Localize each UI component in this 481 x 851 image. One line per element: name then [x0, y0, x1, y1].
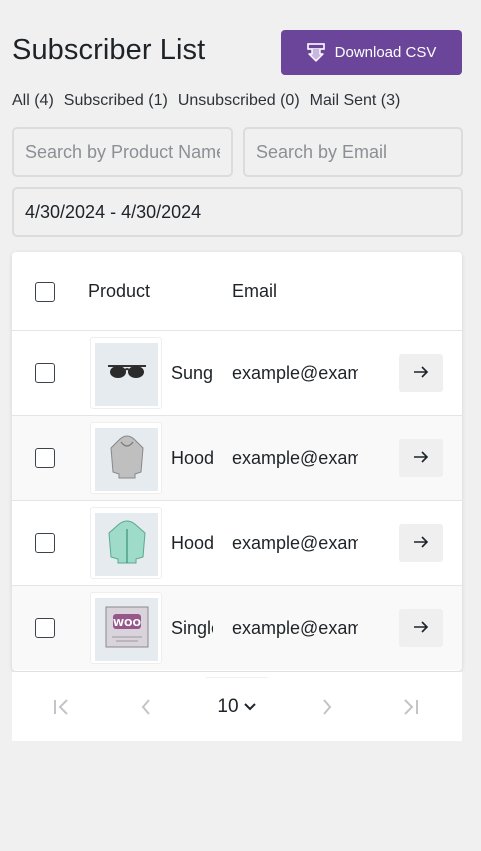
table-row: Hoodie example@example.com: [12, 416, 462, 501]
hoodie-icon: [107, 432, 147, 487]
product-name: Hoodie: [171, 448, 213, 468]
select-all-checkbox[interactable]: [35, 282, 55, 302]
arrow-right-icon: [413, 450, 429, 467]
row-checkbox[interactable]: [35, 448, 55, 468]
woo-album-icon: WOO: [104, 605, 150, 654]
filter-mail-sent[interactable]: Mail Sent (3): [310, 92, 401, 110]
column-header-email: Email: [232, 281, 278, 301]
view-details-button[interactable]: [399, 609, 443, 647]
status-filter-links: All (4) Subscribed (1) Unsubscribed (0) …: [12, 92, 400, 110]
pagination-bar: 10: [12, 672, 462, 741]
arrow-right-icon: [413, 620, 429, 637]
view-details-button[interactable]: [399, 524, 443, 562]
search-product-input[interactable]: [12, 127, 233, 177]
hoodie-zipper-icon: [105, 517, 149, 572]
product-name: Sunglasses: [171, 363, 213, 383]
product-thumbnail[interactable]: [90, 507, 162, 579]
download-label: Download CSV: [334, 44, 437, 61]
filter-subscribed[interactable]: Subscribed (1): [64, 92, 168, 110]
download-csv-button[interactable]: Download CSV: [281, 30, 462, 75]
per-page-value: 10: [217, 695, 239, 717]
product-thumbnail[interactable]: WOO: [90, 592, 162, 664]
sunglasses-icon: [106, 361, 148, 388]
last-page-icon[interactable]: [398, 696, 422, 718]
subscriber-email: example@example.com: [232, 448, 358, 468]
row-checkbox[interactable]: [35, 533, 55, 553]
date-range-input[interactable]: [12, 187, 463, 237]
product-name: Single: [171, 618, 213, 638]
per-page-select[interactable]: 10: [206, 677, 268, 735]
product-thumbnail[interactable]: [90, 337, 162, 409]
search-email-input[interactable]: [243, 127, 463, 177]
subscriber-email: example@example.com: [232, 618, 358, 638]
subscriber-email: example@example.com: [232, 533, 358, 553]
table-row: Sunglasses example@example.com: [12, 331, 462, 416]
previous-page-icon[interactable]: [134, 696, 158, 718]
next-page-icon[interactable]: [315, 696, 339, 718]
first-page-icon[interactable]: [50, 696, 74, 718]
product-name: Hoodie with Zipper: [171, 533, 213, 553]
view-details-button[interactable]: [399, 354, 443, 392]
column-header-product: Product: [88, 281, 151, 301]
page-title: Subscriber List: [12, 34, 206, 66]
view-details-button[interactable]: [399, 439, 443, 477]
filter-all[interactable]: All (4): [12, 92, 54, 110]
arrow-right-icon: [413, 365, 429, 382]
table-row: Hoodie with Zipper example@example.com: [12, 501, 462, 586]
download-icon: [306, 42, 325, 63]
row-checkbox[interactable]: [35, 363, 55, 383]
filter-unsubscribed[interactable]: Unsubscribed (0): [178, 92, 300, 110]
arrow-right-icon: [413, 535, 429, 552]
subscriber-table: Product Email Sunglasses example@example…: [12, 252, 462, 671]
row-checkbox[interactable]: [35, 618, 55, 638]
svg-text:WOO: WOO: [112, 618, 140, 629]
product-thumbnail[interactable]: [90, 422, 162, 494]
table-row: WOO Single example@example.com: [12, 586, 462, 670]
subscriber-email: example@example.com: [232, 363, 358, 383]
chevron-down-icon: [243, 696, 257, 718]
table-header: Product Email: [12, 252, 462, 331]
